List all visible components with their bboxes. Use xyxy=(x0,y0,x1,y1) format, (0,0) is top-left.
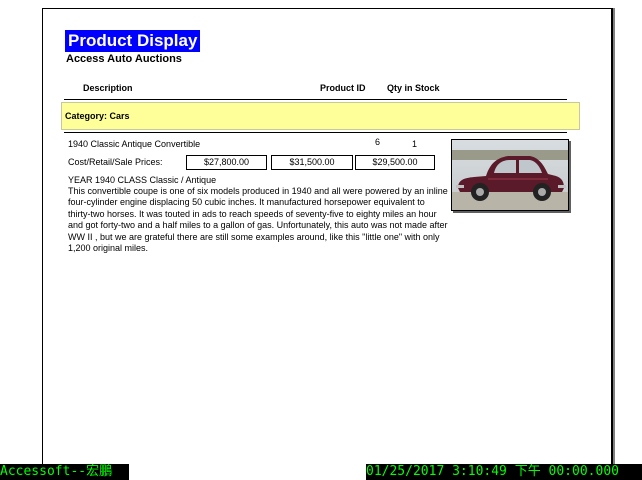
product-id: 6 xyxy=(375,137,381,147)
product-qty: 1 xyxy=(412,139,418,149)
column-header-qty: Qty in Stock xyxy=(387,83,440,93)
product-description: This convertible coupe is one of six mod… xyxy=(68,186,448,254)
column-header-product-id: Product ID xyxy=(320,83,366,93)
car-photo-icon xyxy=(452,140,568,210)
cost-price: $27,800.00 xyxy=(186,155,267,170)
status-datetime: 01/25/2017 3:10:49 下午 00:00.000 xyxy=(366,464,642,480)
report-subtitle: Access Auto Auctions xyxy=(66,53,182,65)
prices-label: Cost/Retail/Sale Prices: xyxy=(68,157,163,167)
year-class: YEAR 1940 CLASS Classic / Antique xyxy=(68,175,217,185)
header-rule-bottom xyxy=(64,132,567,133)
category-band: Category: Cars xyxy=(61,102,580,130)
car-photo xyxy=(451,139,569,211)
report-title: Product Display xyxy=(65,30,201,52)
category-label: Category: Cars xyxy=(65,111,130,121)
status-left: Accessoft--宏鵬 xyxy=(0,464,129,480)
header-rule-top xyxy=(64,99,567,100)
sale-price: $29,500.00 xyxy=(355,155,435,170)
product-name: 1940 Classic Antique Convertible xyxy=(68,139,201,149)
column-header-description: Description xyxy=(83,83,133,93)
retail-price: $31,500.00 xyxy=(271,155,353,170)
report-page: Product Display Access Auto Auctions Des… xyxy=(42,8,613,469)
